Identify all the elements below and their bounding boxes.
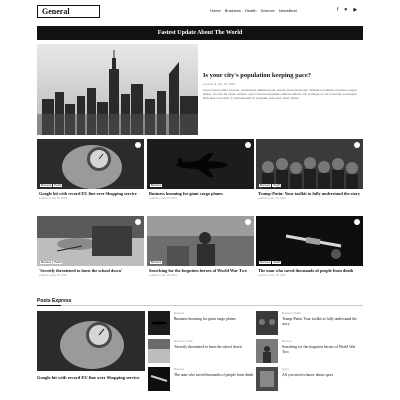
list-category: Business, Health <box>174 340 193 343</box>
list-title[interactable]: Business booming for giant cargo planes <box>174 317 254 322</box>
list-category: Business, Health <box>282 312 301 315</box>
top-banner: Fastest Update About The World <box>37 26 363 40</box>
thumbnail[interactable] <box>256 311 278 335</box>
list-item[interactable]: Business The man who saved thousands of … <box>148 367 254 391</box>
heart-icon[interactable]: ♥ <box>344 7 347 13</box>
main-nav: Home Business Health Science NewsBest <box>210 8 297 13</box>
post-card[interactable]: Business Health The man who saved thousan… <box>256 216 363 277</box>
tag[interactable]: Business <box>150 261 163 264</box>
section-divider-accent <box>37 305 61 306</box>
nav-item-science[interactable]: Science <box>260 8 274 13</box>
comment-icon[interactable] <box>354 142 360 148</box>
tag[interactable]: Business <box>259 184 272 187</box>
post-meta: ● admin ● July 18, 2019 <box>149 197 177 200</box>
hero-text: Is your city's population keeping pace? … <box>203 72 363 100</box>
social-links: f ♥ ▶ <box>337 7 357 13</box>
featured-image[interactable] <box>37 311 145 371</box>
featured-post[interactable]: Google hit with record EU fine over Shop… <box>37 311 145 381</box>
site-header: General Home Business Health Science New… <box>0 0 400 24</box>
post-card[interactable]: Business Health Google hit with record EU… <box>37 139 144 200</box>
post-title[interactable]: Google hit with record EU fine over Shop… <box>37 191 144 196</box>
list-title[interactable]: Trump-Putin: Your toolkit to fully under… <box>282 317 362 326</box>
nav-item-newsbest[interactable]: NewsBest <box>279 8 297 13</box>
tag[interactable]: Health <box>53 261 63 264</box>
list-item[interactable]: Business Business booming for giant carg… <box>148 311 254 335</box>
post-title[interactable]: Business booming for giant cargo planes <box>147 191 254 196</box>
section-title: Posts Express <box>37 298 72 304</box>
list-item[interactable]: Sports All you need to know about sport <box>256 367 362 391</box>
post-card[interactable]: Business Searching for the forgotten her… <box>147 216 254 277</box>
tag[interactable]: Health <box>53 184 63 187</box>
tag[interactable]: Business <box>40 261 53 264</box>
comment-icon[interactable] <box>135 219 141 225</box>
post-title[interactable]: 'Secretly threatened to burn the school … <box>37 268 144 273</box>
post-image[interactable]: Business Health <box>37 139 144 189</box>
post-meta: ● admin ● July 18, 2019 <box>39 274 67 277</box>
post-title[interactable]: Trump-Putin: Your toolkit to fully under… <box>256 191 363 196</box>
section-divider <box>37 305 363 306</box>
youtube-icon[interactable]: ▶ <box>353 7 357 13</box>
nav-item-health[interactable]: Health <box>245 8 257 13</box>
list-title[interactable]: All you need to know about sport <box>282 373 362 378</box>
list-title[interactable]: 'Secretly threatened to burn the school … <box>174 345 254 350</box>
list-category: Business <box>174 312 185 315</box>
thumbnail[interactable] <box>256 367 278 391</box>
post-image[interactable]: Business Health <box>256 216 363 266</box>
post-meta: ● admin ● July 18, 2019 <box>149 274 177 277</box>
post-title[interactable]: The man who saved thousands of people fr… <box>256 268 363 273</box>
post-image[interactable]: Business Health <box>37 216 144 266</box>
hero-meta: ● admin ● July 18, 2019 <box>203 82 236 86</box>
comment-icon[interactable] <box>245 219 251 225</box>
tag[interactable]: Business <box>40 184 53 187</box>
thumbnail[interactable] <box>148 311 170 335</box>
comment-icon[interactable] <box>354 219 360 225</box>
post-image[interactable]: Business Health <box>256 139 363 189</box>
site-logo[interactable]: General <box>37 5 100 18</box>
post-image[interactable]: Business <box>147 139 254 189</box>
list-item[interactable]: Business Searching for the forgotten her… <box>256 339 362 363</box>
post-image[interactable]: Business <box>147 216 254 266</box>
post-card[interactable]: Business Health Trump-Putin: Your toolkit… <box>256 139 363 200</box>
list-item[interactable]: Business, Health 'Secretly threatened to… <box>148 339 254 363</box>
post-card[interactable]: Business Business booming for giant carg… <box>147 139 254 200</box>
hero-image[interactable] <box>37 44 198 135</box>
tag[interactable]: Business <box>259 261 272 264</box>
list-title[interactable]: Searching for the forgotten heroes of Wo… <box>282 345 362 354</box>
post-card[interactable]: Business Health 'Secretly threatened to b… <box>37 216 144 277</box>
thumbnail[interactable] <box>256 339 278 363</box>
post-meta: ● admin ● July 18, 2019 <box>258 197 286 200</box>
list-category: Business <box>174 368 185 371</box>
list-category: Sports <box>282 368 290 371</box>
nav-item-home[interactable]: Home <box>210 8 221 13</box>
list-title[interactable]: The man who saved thousands of people fr… <box>174 373 254 378</box>
thumbnail[interactable] <box>148 367 170 391</box>
comment-icon[interactable] <box>135 142 141 148</box>
tag[interactable]: Health <box>272 184 282 187</box>
comment-icon[interactable] <box>245 142 251 148</box>
hero-title[interactable]: Is your city's population keeping pace? <box>203 72 363 80</box>
post-meta: ● admin ● July 18, 2019 <box>39 197 67 200</box>
post-meta: ● admin ● July 18, 2019 <box>258 274 286 277</box>
thumbnail[interactable] <box>148 339 170 363</box>
post-title[interactable]: Searching for the forgotten heroes of Wo… <box>147 268 254 273</box>
tag[interactable]: Business <box>150 184 163 187</box>
list-category: Business <box>282 340 293 343</box>
list-item[interactable]: Business, Health Trump-Putin: Your toolk… <box>256 311 362 335</box>
nav-item-business[interactable]: Business <box>225 8 241 13</box>
featured-title[interactable]: Google hit with record EU fine over Shop… <box>37 375 145 381</box>
hero-excerpt: Lorem ipsum dolor sit amet, consectetur … <box>203 88 358 100</box>
tag[interactable]: Health <box>272 261 282 264</box>
facebook-icon[interactable]: f <box>337 7 338 13</box>
